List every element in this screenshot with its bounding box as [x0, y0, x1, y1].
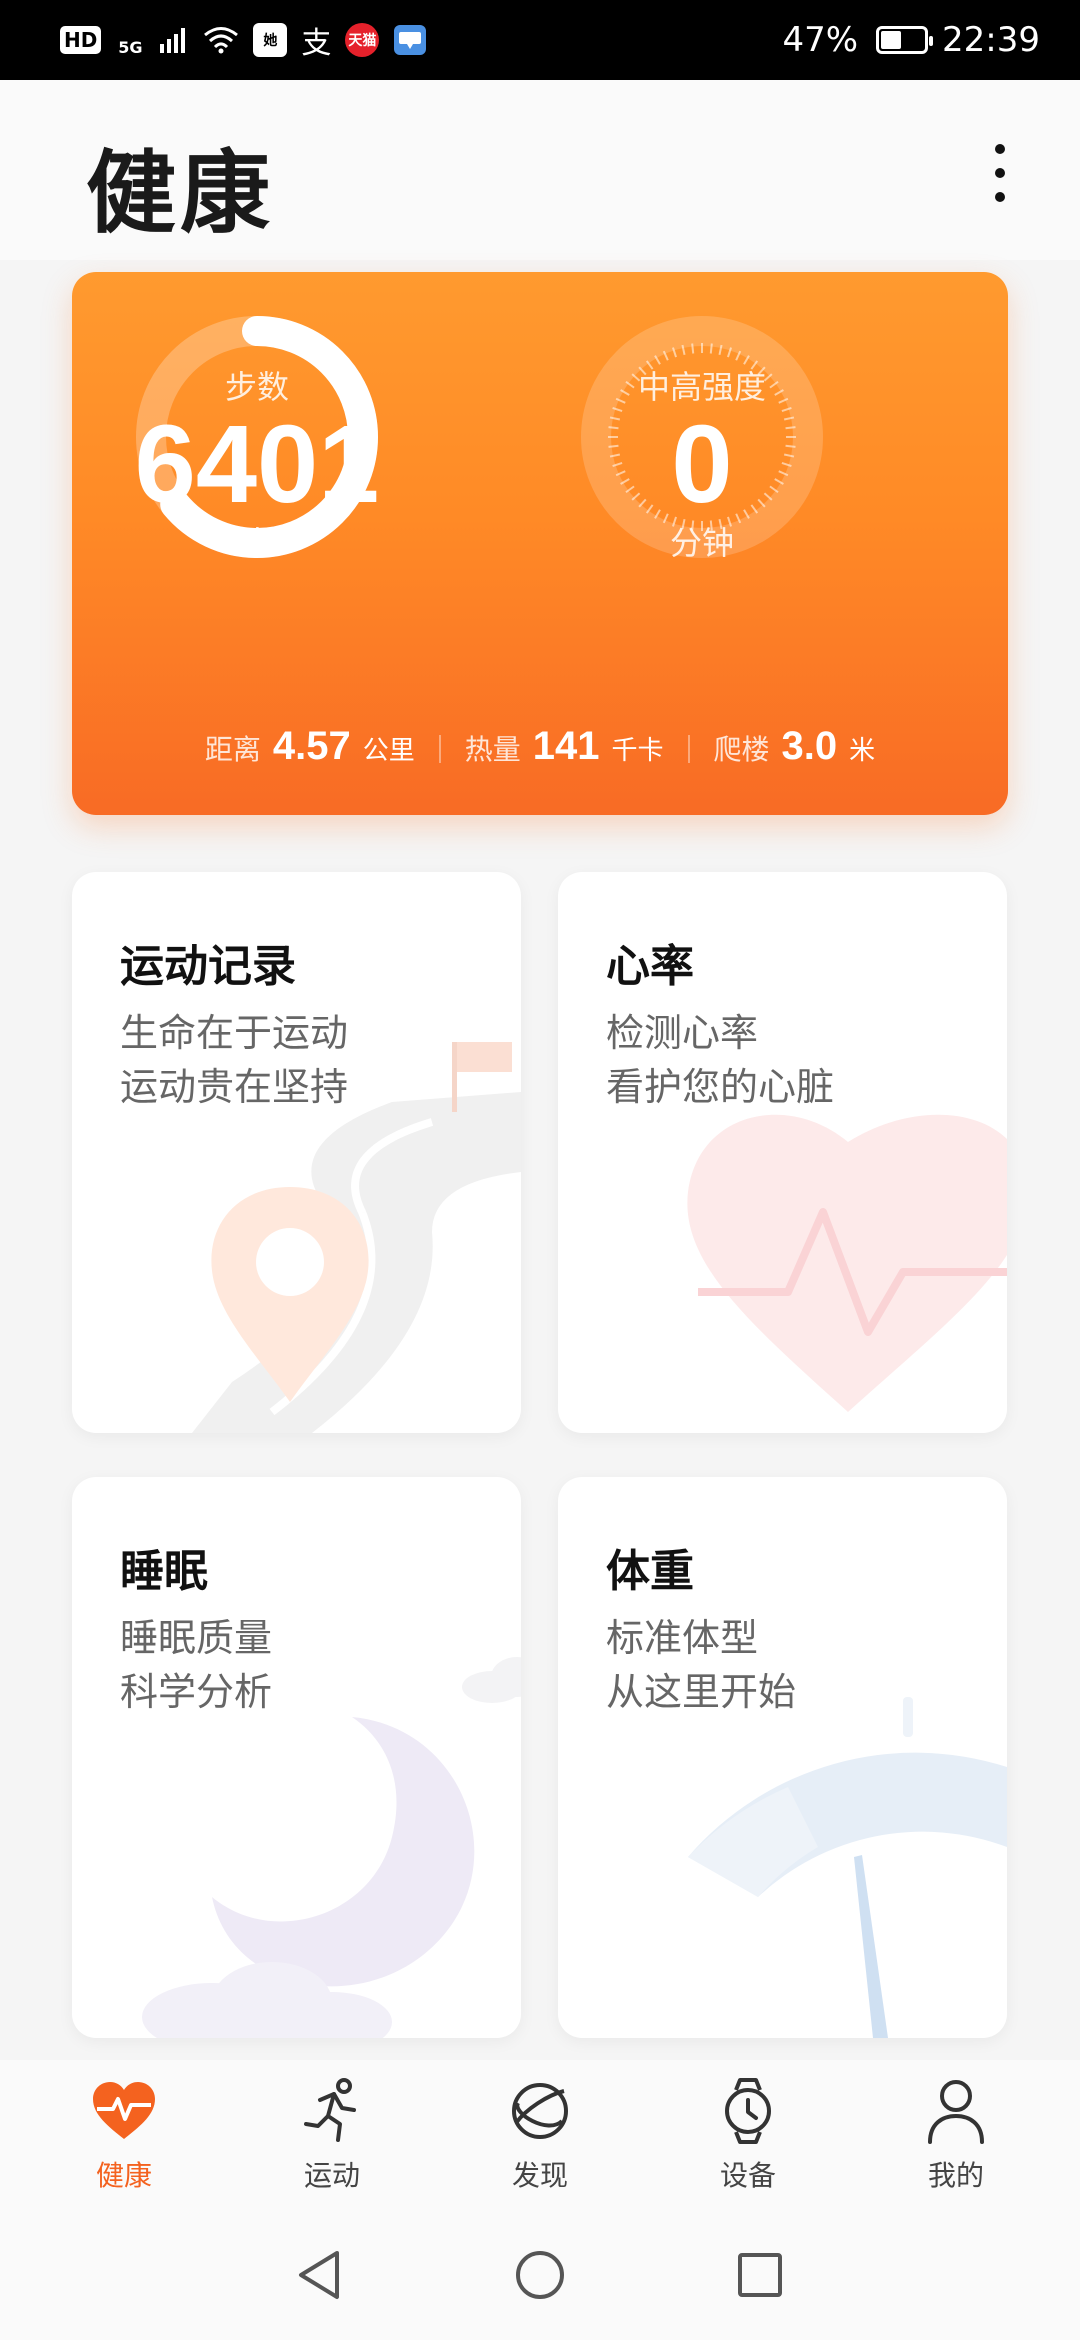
page-title: 健康 — [86, 141, 274, 246]
nav-item-health[interactable]: 健康 — [34, 2076, 214, 2194]
climb-value: 3.0 — [781, 724, 838, 768]
card-subtitle-line2: 科学分析 — [120, 1670, 273, 1714]
card-sleep[interactable]: 睡眠 睡眠质量 科学分析 — [72, 1477, 521, 2038]
recents-button[interactable] — [730, 2245, 790, 2305]
intensity-label: 中高强度 — [637, 368, 766, 406]
nav-label: 运动 — [303, 2159, 360, 2192]
climb-stat: 爬楼 3.0 米 — [690, 724, 900, 769]
calories-stat: 热量 141 千卡 — [441, 724, 688, 769]
status-bar: HD 5G 她 支 天猫 47% 22:39 — [0, 0, 1080, 80]
alipay-icon: 支 — [301, 26, 332, 61]
card-title: 睡眠 — [120, 1546, 208, 1597]
activity-stats-row: 距离 4.57 公里 热量 141 千卡 爬楼 3.0 米 — [72, 724, 1008, 774]
steps-label: 步数 — [224, 368, 289, 406]
battery-icon — [876, 26, 934, 54]
card-title: 体重 — [606, 1546, 694, 1597]
planet-icon — [505, 2076, 575, 2146]
intensity-unit: 分钟 — [669, 524, 734, 562]
distance-stat: 距离 4.57 公里 — [181, 724, 439, 769]
calories-unit: 千卡 — [611, 736, 664, 766]
tmall-icon: 天猫 — [345, 23, 380, 57]
nav-label: 我的 — [927, 2159, 984, 2192]
system-navigation-bar — [0, 2210, 1080, 2340]
hd-icon: HD — [60, 26, 102, 54]
card-exercise-records[interactable]: 运动记录 生命在于运动 运动贵在坚持 — [72, 872, 521, 1433]
back-button[interactable] — [290, 2245, 350, 2305]
person-icon — [921, 2076, 991, 2146]
climb-unit: 米 — [849, 736, 876, 766]
app-her-icon: 她 — [253, 23, 288, 57]
nav-item-discover[interactable]: 发现 — [450, 2076, 630, 2194]
steps-unit: 步 — [240, 524, 273, 562]
signal-icon — [159, 23, 189, 57]
nav-label: 设备 — [719, 2159, 776, 2192]
card-subtitle-line2: 运动贵在坚持 — [120, 1065, 349, 1109]
steps-ring[interactable]: 步数 6401 步 — [132, 312, 382, 562]
more-options-button[interactable] — [970, 128, 1030, 218]
card-subtitle-line1: 生命在于运动 — [120, 1011, 349, 1055]
climb-label: 爬楼 — [713, 733, 770, 766]
card-heart-rate[interactable]: 心率 检测心率 看护您的心脏 — [558, 872, 1007, 1433]
calories-value: 141 — [532, 724, 600, 768]
distance-label: 距离 — [204, 733, 261, 766]
nav-item-me[interactable]: 我的 — [866, 2076, 1046, 2194]
network-5g-icon: 5G — [118, 37, 143, 57]
more-dot-icon — [995, 168, 1005, 178]
status-left-icons: HD 5G 她 支 天猫 — [60, 16, 427, 64]
more-dot-icon — [995, 192, 1005, 202]
page-header: 健康 — [0, 80, 1080, 260]
activity-summary-card[interactable]: 步数 6401 步 中高强度 0 分钟 距离 4.57 公里 热量 141 千卡… — [72, 272, 1008, 815]
distance-value: 4.57 — [272, 724, 351, 768]
card-weight[interactable]: 体重 标准体型 从这里开始 — [558, 1477, 1007, 2038]
card-subtitle-line1: 睡眠质量 — [120, 1616, 273, 1660]
bottom-nav: 健康 运动 发现 设备 我的 — [0, 2060, 1080, 2210]
card-subtitle-line1: 标准体型 — [606, 1616, 759, 1660]
steps-value: 6401 — [134, 403, 380, 526]
status-right: 47% 22:39 — [782, 20, 1040, 60]
wifi-icon — [203, 23, 239, 57]
card-title: 心率 — [606, 941, 694, 992]
tick-mark — [709, 343, 713, 354]
heart-pulse-icon — [89, 2076, 159, 2146]
more-dot-icon — [995, 144, 1005, 154]
clock: 22:39 — [942, 20, 1040, 60]
card-subtitle-line2: 从这里开始 — [606, 1670, 797, 1714]
calories-label: 热量 — [464, 733, 521, 766]
tick-mark — [691, 343, 695, 354]
card-subtitle-line2: 看护您的心脏 — [606, 1065, 835, 1109]
nav-label: 健康 — [95, 2159, 152, 2192]
intensity-ring[interactable]: 中高强度 0 分钟 — [577, 312, 827, 562]
battery-percent: 47% — [782, 20, 859, 60]
distance-unit: 公里 — [362, 736, 415, 766]
message-icon — [393, 23, 427, 57]
runner-icon — [297, 2076, 367, 2146]
card-subtitle-line1: 检测心率 — [606, 1011, 759, 1055]
nav-item-exercise[interactable]: 运动 — [242, 2076, 422, 2194]
nav-label: 发现 — [511, 2159, 568, 2192]
intensity-value: 0 — [671, 403, 733, 526]
card-title: 运动记录 — [120, 941, 296, 992]
home-button[interactable] — [510, 2245, 570, 2305]
watch-icon — [713, 2076, 783, 2146]
nav-item-devices[interactable]: 设备 — [658, 2076, 838, 2194]
